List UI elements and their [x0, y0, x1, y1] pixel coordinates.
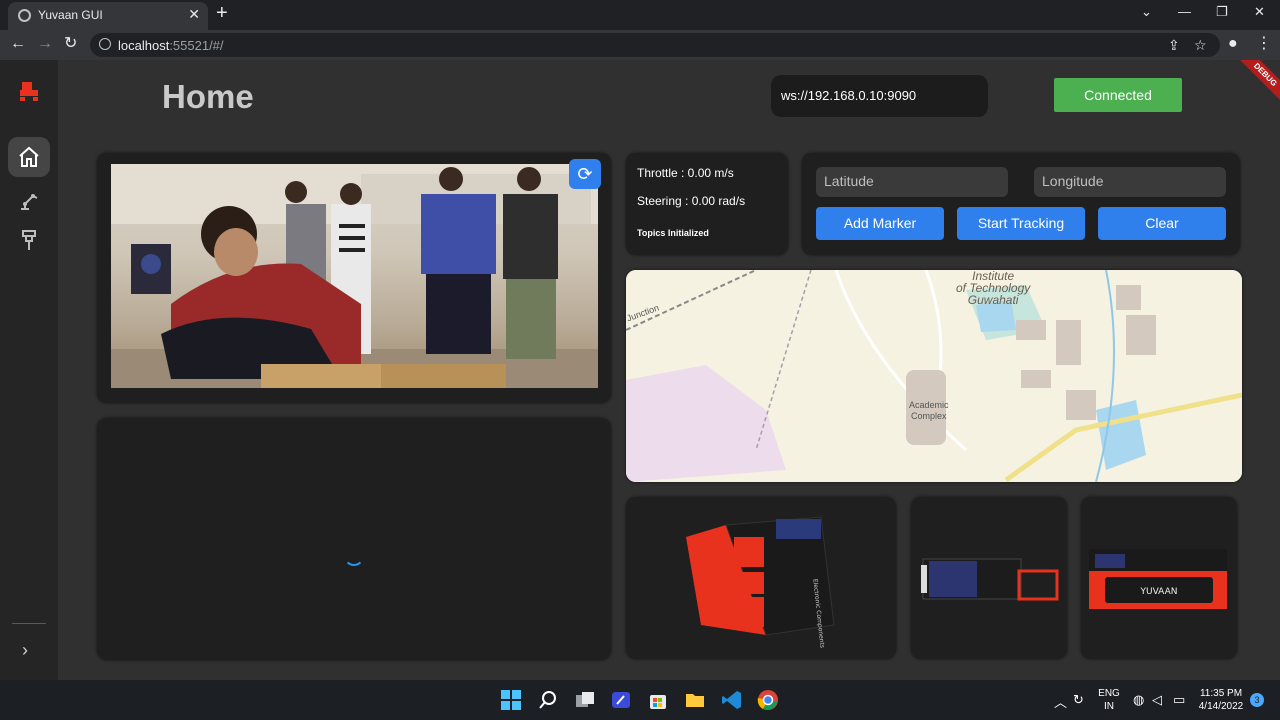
rover-view-front: Electronic Components [626, 497, 896, 659]
clock[interactable]: 11:35 PM 4/14/2022 [1196, 687, 1246, 713]
language-code: ENG [1098, 688, 1120, 699]
browser-tab-bar: Yuvaan GUI ✕ + ⌄ — ❐ ✕ [0, 0, 1280, 30]
add-marker-button[interactable]: Add Marker [816, 207, 944, 240]
start-tracking-button[interactable]: Start Tracking [957, 207, 1085, 240]
address-bar[interactable]: localhost:55521/#/ ⇪ ☆ [90, 33, 1220, 57]
tab-close-icon[interactable]: ✕ [188, 6, 200, 23]
refresh-icon: ⟳ [577, 164, 593, 184]
bookmark-star-icon[interactable]: ☆ [1194, 37, 1207, 54]
tray-overflow-icon[interactable]: ︿ [1054, 692, 1067, 711]
page-title: Home [162, 78, 254, 115]
sync-icon[interactable]: ↻ [1073, 692, 1084, 708]
notification-badge[interactable]: 3 [1250, 693, 1264, 707]
task-view-icon[interactable] [574, 689, 596, 711]
reload-icon[interactable]: ↻ [64, 35, 77, 53]
chrome-icon[interactable] [757, 689, 779, 711]
rover-side-view: YUVAAN [1089, 549, 1227, 609]
debug-banner: DEBUG [1231, 60, 1280, 109]
robot-arm-icon [21, 194, 38, 210]
visualizer-card [97, 418, 611, 660]
globe-icon [18, 9, 31, 22]
browser-toolbar: ← → ↻ localhost:55521/#/ ⇪ ☆ ● ⋮ [0, 30, 1280, 60]
url-text: localhost:55521/#/ [118, 38, 224, 53]
map-view[interactable]: Institute of Technology Guwahati Academi… [626, 270, 1242, 482]
tab-title: Yuvaan GUI [38, 8, 103, 22]
longitude-input[interactable]: Longitude [1034, 167, 1226, 197]
volume-icon[interactable]: ◁ [1152, 692, 1162, 708]
camera-feed-image [111, 164, 598, 388]
camera-scene [111, 164, 598, 388]
share-icon[interactable]: ⇪ [1168, 37, 1180, 54]
home-icon [19, 146, 39, 167]
camera-card: ⟳ [97, 153, 611, 403]
rover-top-view [921, 558, 1059, 601]
clock-date: 4/14/2022 [1198, 701, 1244, 712]
vscode-icon[interactable] [721, 689, 743, 711]
tab-search-icon[interactable]: ⌄ [1141, 4, 1152, 20]
connection-status-button[interactable]: Connected [1054, 78, 1182, 112]
websocket-url-input[interactable]: ws://192.168.0.10:9090 [771, 75, 988, 117]
url-path: :55521/#/ [169, 38, 224, 53]
refresh-camera-button[interactable]: ⟳ [569, 159, 601, 189]
rover-logo-icon [20, 82, 38, 101]
rover-view-top [911, 497, 1067, 659]
topics-status: Topics Initialized [637, 228, 709, 238]
windows-start-icon[interactable] [500, 689, 522, 711]
network-globe-icon[interactable]: ◍ [1133, 692, 1144, 708]
forward-icon[interactable]: → [37, 35, 53, 53]
minimize-button[interactable]: — [1178, 4, 1191, 19]
back-icon[interactable]: ← [10, 35, 26, 53]
telemetry-card: Throttle : 0.00 m/s Steering : 0.00 rad/… [626, 153, 788, 255]
map-tiles [626, 270, 1242, 482]
navigation-rail: › [0, 60, 58, 680]
rover-view-side: YUVAAN [1081, 497, 1237, 659]
loading-spinner-icon [344, 546, 364, 566]
clear-button[interactable]: Clear [1098, 207, 1226, 240]
rover-isometric-view: Electronic Components [686, 516, 835, 648]
rover-logo-text: YUVAAN [1140, 587, 1178, 597]
clock-time: 11:35 PM [1199, 688, 1243, 699]
os-taskbar: ︿ ↻ ENG IN ◍ ◁ ▭ 11:35 PM 4/14/2022 3 [0, 680, 1280, 720]
maximize-button[interactable]: ❐ [1216, 4, 1228, 20]
map-label-iit: Institute of Technology Guwahati [956, 270, 1031, 307]
language-indicator[interactable]: ENG IN [1097, 687, 1121, 713]
profile-icon[interactable]: ● [1228, 35, 1238, 53]
battery-icon[interactable]: ▭ [1173, 692, 1185, 708]
widgets-icon[interactable] [610, 689, 632, 711]
rail-expand-chevron-icon[interactable]: › [22, 640, 28, 661]
steering-readout: Steering : 0.00 rad/s [637, 194, 746, 208]
menu-kebab-icon[interactable]: ⋮ [1256, 35, 1272, 53]
rail-item-drill[interactable] [8, 220, 50, 260]
store-icon[interactable] [647, 689, 669, 711]
app-root: › Home ws://192.168.0.10:9090 Connected … [0, 60, 1280, 680]
new-tab-button[interactable]: + [216, 3, 228, 23]
close-window-button[interactable]: ✕ [1254, 4, 1265, 20]
url-host: localhost [118, 38, 170, 53]
rail-item-home[interactable] [8, 137, 50, 177]
browser-tab[interactable]: Yuvaan GUI ✕ [8, 2, 208, 30]
search-icon[interactable] [537, 689, 559, 711]
map-label-academic: Academic Complex [909, 400, 949, 421]
file-explorer-icon[interactable] [684, 689, 706, 711]
drill-icon [22, 230, 36, 250]
gps-card: Latitude Longitude Add Marker Start Trac… [802, 153, 1240, 255]
latitude-input[interactable]: Latitude [816, 167, 1008, 197]
region-code: IN [1104, 701, 1114, 712]
site-info-icon[interactable] [99, 38, 111, 50]
rail-divider [12, 623, 46, 624]
rail-item-arm[interactable] [8, 180, 50, 220]
throttle-readout: Throttle : 0.00 m/s [637, 166, 734, 180]
